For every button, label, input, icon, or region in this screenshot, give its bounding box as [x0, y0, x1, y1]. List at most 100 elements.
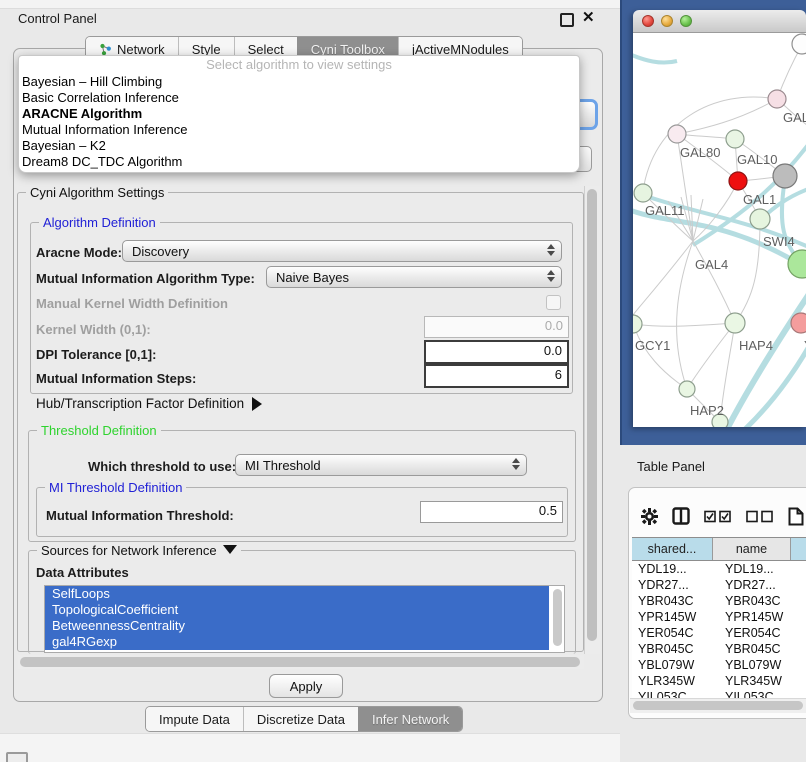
docked-panel-icon[interactable]: [6, 752, 28, 762]
network-node-gal11[interactable]: [634, 184, 652, 202]
network-node-gcy1[interactable]: [633, 315, 642, 333]
combo-stepper-icon: [547, 270, 555, 282]
split-columns-icon[interactable]: [672, 507, 690, 525]
settings-vertical-scrollbar[interactable]: [584, 186, 600, 654]
gear-icon[interactable]: [641, 508, 658, 525]
algorithm-option-basic-correlation-inference[interactable]: Basic Correlation Inference: [19, 90, 579, 106]
which-threshold-value: MI Threshold: [245, 458, 321, 473]
mi-type-combo[interactable]: Naive Bayes: [266, 266, 562, 288]
manual-kernel-checkbox[interactable]: [546, 295, 561, 310]
network-edge: [693, 199, 703, 241]
close-window-icon[interactable]: [642, 15, 654, 27]
column-header-name[interactable]: name: [713, 538, 791, 560]
network-node-gray[interactable]: [773, 164, 797, 188]
table-cell: YBR043C: [632, 593, 719, 609]
network-node-red[interactable]: [729, 172, 747, 190]
application-window: Control Panel ✕ NetworkStyleSelectCyni T…: [0, 0, 806, 762]
algorithm-option-bayesian-hill-climbing[interactable]: Bayesian – Hill Climbing: [19, 74, 579, 90]
aracne-mode-label: Aracne Mode:: [36, 245, 122, 260]
algorithm-option-bayesian-k2[interactable]: Bayesian – K2: [19, 138, 579, 154]
table-row[interactable]: YPR145WYPR145W9.: [632, 609, 806, 625]
attribute-item-betweennesscentrality[interactable]: BetweennessCentrality: [45, 618, 549, 634]
mi-threshold-definition-title: MI Threshold Definition: [45, 480, 186, 495]
float-panel-icon[interactable]: [560, 13, 574, 27]
data-attributes-list[interactable]: SelfLoopsTopologicalCoefficientBetweenne…: [44, 585, 565, 653]
table-cell: YLR345W: [632, 673, 719, 689]
table-horizontal-scrollbar[interactable]: [630, 698, 806, 713]
table-row[interactable]: YDR27...YDR27...12: [632, 577, 806, 593]
settings-horizontal-scrollbar[interactable]: [18, 655, 584, 669]
network-node-hap4[interactable]: [725, 313, 745, 333]
network-node-gal80[interactable]: [668, 125, 686, 143]
apply-button[interactable]: Apply: [269, 674, 343, 698]
table-cell: YDR27...: [632, 577, 719, 593]
table-row[interactable]: YER054CYER054C8.: [632, 625, 806, 641]
algorithm-option-aracne-algorithm[interactable]: ARACNE Algorithm: [19, 106, 579, 122]
network-node-green-large[interactable]: [788, 250, 806, 278]
attribute-item-topologicalcoefficient[interactable]: TopologicalCoefficient: [45, 602, 549, 618]
table-row[interactable]: YDL19...YDL19...13: [632, 561, 806, 577]
network-window-titlebar[interactable]: [633, 10, 806, 33]
aracne-mode-value: Discovery: [132, 244, 189, 259]
table-row[interactable]: YBR045CYBR045C9.: [632, 641, 806, 657]
sources-title[interactable]: Sources for Network Inference: [37, 543, 241, 558]
kernel-width-field[interactable]: 0.0: [424, 316, 569, 338]
mi-steps-field[interactable]: 6: [424, 364, 569, 388]
network-edge: [633, 323, 735, 326]
column-header-a[interactable]: A: [791, 538, 806, 560]
network-node-hap2[interactable]: [679, 381, 695, 397]
which-threshold-combo[interactable]: MI Threshold: [235, 454, 527, 476]
column-header-shared[interactable]: shared...: [632, 538, 713, 560]
table-cell: YDR27...: [719, 577, 803, 593]
attribute-item-selfloops[interactable]: SelfLoops: [45, 586, 549, 602]
network-view-window[interactable]: GALGAL80GAL10GAL1GAL11SWI4GAL4GCY1HAP4YH…: [633, 10, 806, 427]
table-header-row: shared...nameA: [632, 538, 806, 561]
expander-arrow-icon: [252, 397, 262, 411]
bottom-strip: [0, 733, 620, 762]
select-all-checked-icon[interactable]: [704, 510, 732, 523]
network-edge: [693, 241, 735, 323]
table-cell: YDL19...: [632, 561, 719, 577]
dpi-tolerance-field[interactable]: 0.0: [424, 340, 569, 364]
hub-definition-expander[interactable]: Hub/Transcription Factor Definition: [36, 396, 262, 411]
network-node-pink-gal[interactable]: [768, 90, 786, 108]
list-scrollbar[interactable]: [553, 589, 562, 646]
table-cell: YER054C: [719, 625, 803, 641]
table-row[interactable]: YLR345WYLR345W9.: [632, 673, 806, 689]
tab-label: Discretize Data: [257, 712, 345, 727]
tab-discretize-data[interactable]: Discretize Data: [243, 707, 358, 731]
network-node-salmon[interactable]: [791, 313, 806, 333]
network-edge: [633, 241, 693, 323]
network-node-swi4[interactable]: [750, 209, 770, 229]
table-cell: YLR345W: [719, 673, 803, 689]
network-edge: [633, 53, 677, 63]
network-node-gal10[interactable]: [726, 130, 744, 148]
node-label-gal4: GAL4: [695, 257, 728, 272]
close-icon[interactable]: ✕: [582, 8, 595, 26]
tab-infer-network[interactable]: Infer Network: [358, 707, 462, 731]
node-label-gal11: GAL11: [645, 203, 685, 218]
algorithm-option-mutual-information-inference[interactable]: Mutual Information Inference: [19, 122, 579, 138]
minimize-window-icon[interactable]: [661, 15, 673, 27]
table-cell: YBR045C: [719, 641, 803, 657]
table-cell: YBR043C: [719, 593, 803, 609]
aracne-mode-combo[interactable]: Discovery: [122, 240, 562, 262]
table-row[interactable]: YBR043CYBR043C: [632, 593, 806, 609]
network-canvas[interactable]: GALGAL80GAL10GAL1GAL11SWI4GAL4GCY1HAP4YH…: [633, 33, 806, 427]
algorithm-option-dream8-dc-tdc-algorithm[interactable]: Dream8 DC_TDC Algorithm: [19, 154, 579, 170]
kernel-width-label: Kernel Width (0,1):: [36, 322, 151, 337]
node-label-gal: GAL: [783, 110, 806, 125]
attribute-item-gal4rgexp[interactable]: gal4RGexp: [45, 634, 549, 650]
tab-label: Infer Network: [372, 712, 449, 727]
which-threshold-label: Which threshold to use:: [88, 459, 236, 474]
mi-threshold-field[interactable]: 0.5: [420, 501, 563, 523]
zoom-window-icon[interactable]: [680, 15, 692, 27]
table-row[interactable]: YBL079WYBL079W: [632, 657, 806, 673]
network-edge: [687, 323, 735, 389]
mi-threshold-label: Mutual Information Threshold:: [46, 508, 234, 523]
network-node-white-top[interactable]: [792, 34, 806, 54]
table-body: YDL19...YDL19...13YDR27...YDR27...12YBR0…: [632, 561, 806, 702]
document-icon[interactable]: [788, 507, 804, 526]
select-none-icon[interactable]: [746, 510, 774, 523]
tab-impute-data[interactable]: Impute Data: [146, 707, 243, 731]
